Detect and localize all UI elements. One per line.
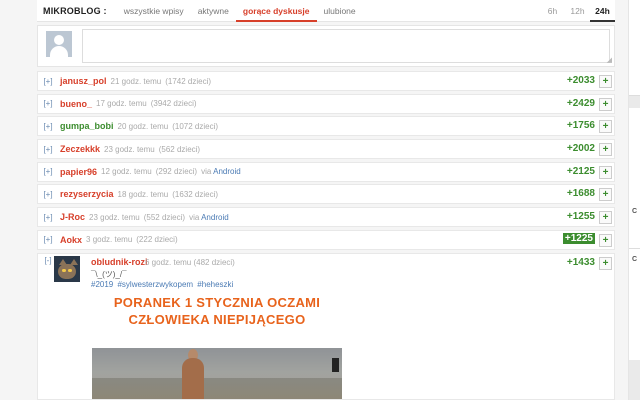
entry-score: +1756 [566, 120, 595, 132]
upvote-button[interactable]: + [599, 120, 612, 134]
default-avatar-icon [46, 31, 72, 57]
entry-score: +1688 [566, 188, 595, 200]
expand-toggle[interactable]: [+] [38, 122, 58, 131]
time-filter-group: 6h 12h 24h [540, 0, 615, 22]
upvote-button[interactable]: + [599, 211, 612, 225]
upvote-button[interactable]: + [599, 75, 612, 88]
via-label: via [189, 212, 200, 222]
entry-author[interactable]: J-Roc [60, 212, 85, 222]
upvote-button[interactable]: + [599, 143, 612, 157]
time-filter-24h[interactable]: 24h [590, 0, 615, 22]
expand-toggle[interactable]: [+] [38, 190, 58, 199]
entry-replies: (292 dzieci) [155, 167, 198, 177]
tab-all-entries[interactable]: wszystkie wpisy [117, 0, 191, 22]
tab-favorites[interactable]: ulubione [317, 0, 363, 22]
entry-time[interactable]: 6 godz. temu [145, 258, 191, 267]
via-label: via [201, 167, 212, 177]
expand-toggle[interactable]: [+] [38, 145, 58, 154]
entry-replies: (552 dzieci) [143, 212, 186, 222]
entry-row: [+] Zeczekkk 23 godz. temu (562 dzieci) +200… [37, 139, 615, 160]
entry-shrug-text: ¯\_(ツ)_/¯ [91, 270, 127, 279]
right-sidebar-edge: C C [628, 0, 640, 400]
entry-time[interactable]: 23 godz. temu [104, 145, 155, 154]
entry-author[interactable]: Aokx [60, 235, 82, 245]
upvote-button[interactable]: + [599, 97, 612, 111]
new-entry-textarea[interactable] [82, 29, 610, 63]
entry-replies: (482 dzieci) [193, 258, 235, 267]
upvote-button[interactable]: + [599, 165, 612, 179]
cat-avatar-icon[interactable] [54, 256, 80, 282]
expand-toggle[interactable]: [+] [38, 77, 58, 86]
mikroblog-header: MIKROBLOG : wszystkie wpisy aktywne gorą… [37, 0, 615, 22]
entry-time[interactable]: 18 godz. temu [118, 190, 169, 199]
watermark-icon [332, 358, 339, 372]
entry-row: [+] rezyserzycia 18 godz. temu (1632 dzieci… [37, 184, 615, 205]
upvote-button[interactable]: + [599, 233, 612, 247]
entry-row: [+] Aokx 3 godz. temu (222 dzieci) +1225 + [37, 229, 615, 250]
entry-meta: 6 godz. temu (482 dzieci) [145, 258, 235, 267]
entry-score: +2429 [566, 97, 595, 109]
tag-link[interactable]: #heheszki [197, 280, 233, 289]
sidebar-marker: C [632, 256, 638, 263]
entry-replies: (3942 dzieci) [150, 99, 197, 109]
entry-row: [+] papier96 12 godz. temu (292 dzieci) via … [37, 161, 615, 182]
resize-grip-icon[interactable]: ◢ [607, 57, 612, 64]
meme-caption-line1: PORANEK 1 STYCZNIA OCZAMI [113, 295, 321, 310]
entry-replies: (1632 dzieci) [172, 189, 219, 199]
time-filter-6h[interactable]: 6h [540, 0, 565, 22]
entry-replies: (562 dzieci) [158, 144, 201, 154]
entry-time[interactable]: 17 godz. temu [96, 99, 147, 108]
tab-hot-discussions[interactable]: gorące dyskusje [235, 0, 317, 22]
entry-tags: #2019 #sylwesterzwykopem #heheszki [91, 280, 235, 289]
expand-toggle[interactable]: [+] [38, 235, 58, 244]
entry-author[interactable]: rezyserzycia [60, 189, 114, 199]
meme-image[interactable] [92, 348, 342, 399]
entry-score: +1255 [566, 211, 595, 223]
entry-list: [+] janusz_pol 21 godz. temu (1742 dzieci) +… [37, 71, 615, 253]
expand-toggle[interactable]: [+] [38, 99, 58, 108]
expand-toggle[interactable]: [+] [38, 167, 58, 176]
entry-replies: (222 dzieci) [136, 235, 178, 245]
tag-link[interactable]: #2019 [91, 280, 113, 289]
entry-time[interactable]: 12 godz. temu [101, 167, 152, 176]
entry-author[interactable]: gumpa_bobi [60, 121, 114, 131]
sidebar-marker: C [632, 208, 638, 215]
entry-author[interactable]: bueno_ [60, 99, 92, 109]
entry-author[interactable]: papier96 [60, 167, 97, 177]
upvote-button[interactable]: + [599, 257, 612, 270]
entry-author[interactable]: Zeczekkk [60, 144, 100, 154]
entry-time[interactable]: 21 godz. temu [111, 77, 162, 86]
tab-active[interactable]: aktywne [191, 0, 236, 22]
entry-row: [+] janusz_pol 21 godz. temu (1742 dzieci) +… [37, 71, 615, 91]
mikroblog-brand: MIKROBLOG : [43, 5, 107, 16]
entry-row: [+] J-Roc 23 godz. temu (552 dzieci) via And… [37, 207, 615, 228]
entry-composer: ◢ [37, 25, 615, 67]
entry-author[interactable]: obludnik-rozi [91, 257, 148, 267]
tag-link[interactable]: #sylwesterzwykopem [117, 280, 193, 289]
platform-link[interactable]: Android [201, 213, 229, 222]
expanded-entry: [-] obludnik-rozi 6 godz. temu (482 dzie… [37, 253, 615, 400]
meme-caption-line2: CZŁOWIEKA NIEPIJĄCEGO [128, 312, 306, 327]
entry-replies: (1072 dzieci) [172, 121, 219, 131]
entry-score: +2002 [566, 143, 595, 155]
entry-row: [+] bueno_ 17 godz. temu (3942 dzieci) +2429… [37, 93, 615, 114]
entry-author[interactable]: janusz_pol [60, 76, 107, 86]
entry-time[interactable]: 23 godz. temu [89, 213, 140, 222]
entry-time[interactable]: 20 godz. temu [118, 122, 169, 131]
entry-score: +1433 [566, 257, 595, 268]
expand-toggle[interactable]: [+] [38, 213, 58, 222]
entry-score: +1225 [562, 232, 595, 244]
entry-via: via Android [201, 167, 241, 176]
entry-score: +2125 [566, 165, 595, 177]
upvote-button[interactable]: + [599, 188, 612, 202]
entry-score: +2033 [566, 75, 595, 86]
entry-time[interactable]: 3 godz. temu [86, 235, 132, 244]
platform-link[interactable]: Android [213, 167, 241, 176]
time-filter-12h[interactable]: 12h [565, 0, 590, 22]
entry-row: [+] gumpa_bobi 20 godz. temu (1072 dzieci) +… [37, 116, 615, 137]
entry-replies: (1742 dzieci) [165, 76, 212, 86]
entry-via: via Android [189, 213, 229, 222]
meme-caption: PORANEK 1 STYCZNIA OCZAMI CZŁOWIEKA NIEP… [92, 294, 342, 328]
